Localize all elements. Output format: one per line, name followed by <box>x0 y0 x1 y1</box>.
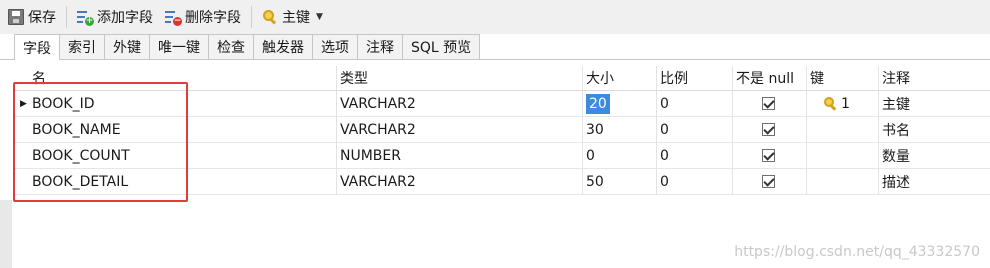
delete-field-button[interactable]: − 删除字段 <box>159 4 247 30</box>
tab-options[interactable]: 选项 <box>312 34 358 59</box>
not-null-cell[interactable] <box>758 169 788 194</box>
tab-checks[interactable]: 检查 <box>208 34 254 59</box>
save-button[interactable]: 保存 <box>2 4 62 30</box>
watermark: https://blog.csdn.net/qq_43332570 <box>734 244 980 260</box>
field-type-cell[interactable]: VARCHAR2 <box>336 91 576 116</box>
column-header-type[interactable]: 类型 <box>336 66 576 90</box>
field-scale-cell[interactable]: 0 <box>656 143 730 168</box>
key-cell[interactable] <box>820 117 876 142</box>
tab-bar: 字段 索引 外键 唯一键 检查 触发器 选项 注释 SQL 预览 <box>14 34 481 60</box>
primary-key-label: 主键 <box>282 10 310 26</box>
field-size-cell[interactable]: 30 <box>582 117 654 142</box>
key-cell[interactable] <box>820 143 876 168</box>
delete-field-label: 删除字段 <box>185 10 241 26</box>
key-cell[interactable] <box>820 169 876 194</box>
tab-unique-keys[interactable]: 唯一键 <box>149 34 209 59</box>
key-order: 1 <box>841 95 850 112</box>
comment-cell[interactable]: 描述 <box>878 169 978 194</box>
side-scroll-strip <box>0 200 12 268</box>
tab-comment[interactable]: 注释 <box>357 34 403 59</box>
highlight-box <box>13 82 188 202</box>
comment-cell[interactable]: 数量 <box>878 143 978 168</box>
toolbar-separator <box>251 6 252 28</box>
add-field-label: 添加字段 <box>97 10 153 26</box>
not-null-checkbox[interactable] <box>762 97 775 110</box>
save-icon <box>8 9 24 25</box>
field-size-cell[interactable]: 50 <box>582 169 654 194</box>
not-null-cell[interactable] <box>758 117 788 142</box>
tab-indexes[interactable]: 索引 <box>59 34 105 59</box>
toolbar: 保存 + 添加字段 − 删除字段 主键 ▼ <box>0 0 990 34</box>
comment-cell[interactable]: 书名 <box>878 117 978 142</box>
not-null-checkbox[interactable] <box>762 149 775 162</box>
tab-fields[interactable]: 字段 <box>14 34 60 60</box>
column-header-not-null[interactable]: 不是 null <box>732 66 806 90</box>
primary-key-icon <box>824 96 838 111</box>
column-header-comment[interactable]: 注释 <box>878 66 978 90</box>
field-type-cell[interactable]: NUMBER <box>336 143 576 168</box>
field-scale-cell[interactable]: 0 <box>656 169 730 194</box>
not-null-checkbox[interactable] <box>762 123 775 136</box>
tab-foreign-keys[interactable]: 外键 <box>104 34 150 59</box>
field-size-cell[interactable]: 0 <box>582 143 654 168</box>
add-field-button[interactable]: + 添加字段 <box>71 4 159 30</box>
delete-field-icon: − <box>165 9 182 26</box>
field-type-cell[interactable]: VARCHAR2 <box>336 117 576 142</box>
tab-triggers[interactable]: 触发器 <box>253 34 313 59</box>
comment-cell[interactable]: 主键 <box>878 91 978 116</box>
not-null-cell[interactable] <box>758 91 788 116</box>
column-header-key[interactable]: 键 <box>806 66 876 90</box>
toolbar-separator <box>66 6 67 28</box>
tab-divider <box>0 59 990 60</box>
dropdown-caret-icon[interactable]: ▼ <box>316 12 323 22</box>
field-size-value[interactable]: 20 <box>586 93 610 114</box>
field-type-cell[interactable]: VARCHAR2 <box>336 169 576 194</box>
column-header-size[interactable]: 大小 <box>582 66 654 90</box>
field-scale-cell[interactable]: 0 <box>656 91 730 116</box>
field-scale-cell[interactable]: 0 <box>656 117 730 142</box>
save-label: 保存 <box>28 10 56 26</box>
field-size-cell[interactable]: 20 <box>582 91 654 116</box>
primary-key-button[interactable]: 主键 ▼ <box>256 4 329 30</box>
tab-sql-preview[interactable]: SQL 预览 <box>402 34 481 59</box>
key-icon <box>262 9 278 25</box>
not-null-checkbox[interactable] <box>762 175 775 188</box>
not-null-cell[interactable] <box>758 143 788 168</box>
key-cell[interactable]: 1 <box>820 91 876 116</box>
column-header-scale[interactable]: 比例 <box>656 66 730 90</box>
add-field-icon: + <box>77 9 94 26</box>
